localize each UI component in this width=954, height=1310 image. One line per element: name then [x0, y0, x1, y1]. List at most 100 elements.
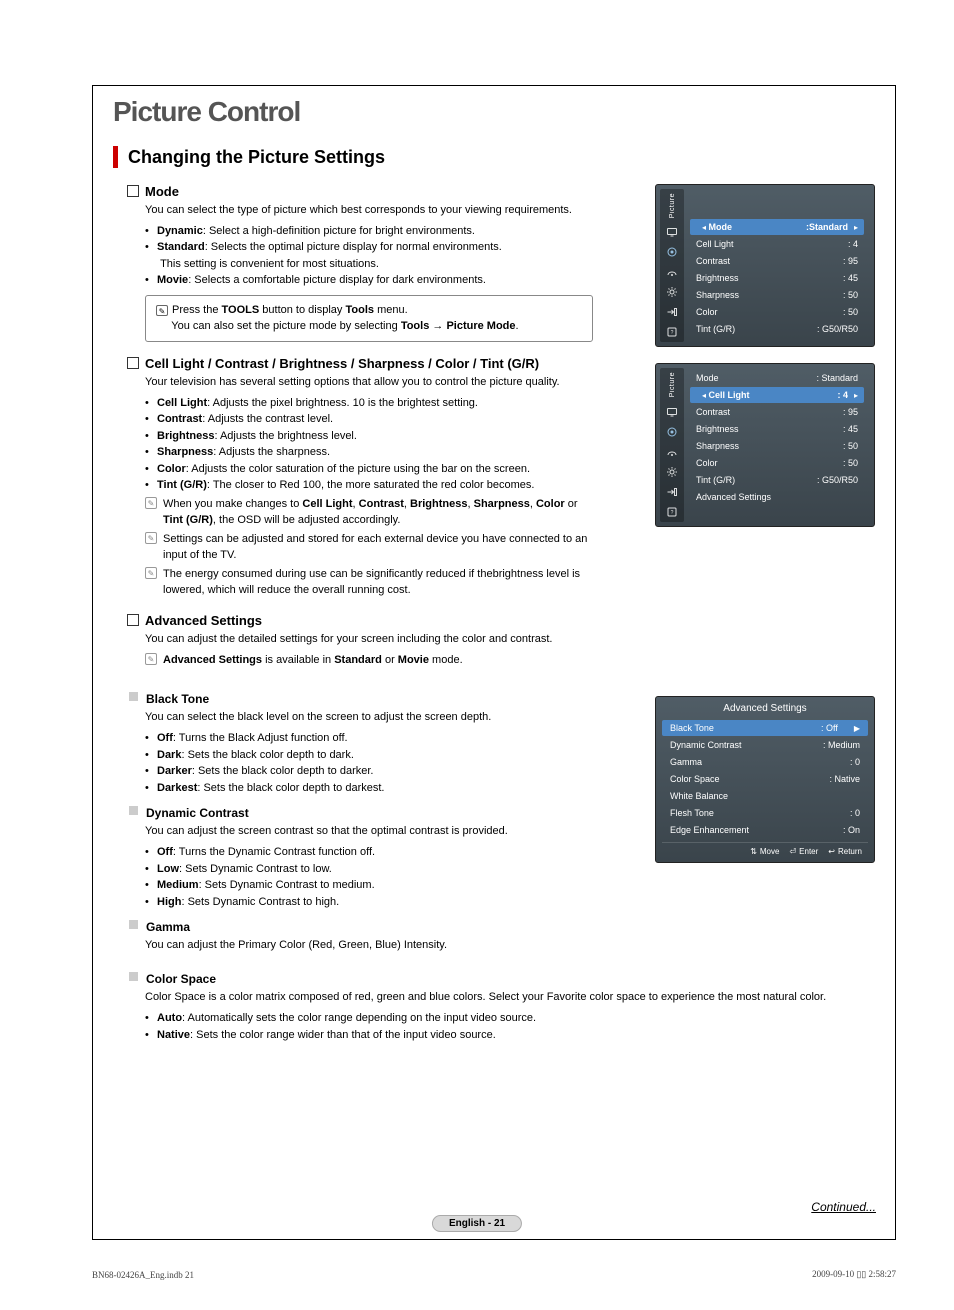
- list-item: Color: Adjusts the color saturation of t…: [145, 461, 593, 478]
- osd-row[interactable]: Contrast: 95: [690, 253, 864, 269]
- footer-left: BN68-02426A_Eng.indb 21: [92, 1270, 194, 1280]
- osd-row[interactable]: Edge Enhancement: On: [662, 822, 868, 838]
- page-number: English - 21: [432, 1215, 522, 1232]
- osd-row[interactable]: Advanced Settings: [690, 489, 864, 505]
- list-item: High: Sets Dynamic Contrast to high.: [145, 894, 593, 911]
- broadcast-icon: [666, 266, 678, 278]
- osd-row[interactable]: Black Tone: Off ▶: [662, 720, 868, 736]
- osd-row[interactable]: Color: 50: [690, 455, 864, 471]
- adv-intro: You can adjust the detailed settings for…: [145, 632, 593, 648]
- monitor-icon: [666, 226, 678, 238]
- list-item: Tint (G/R): The closer to Red 100, the m…: [145, 477, 593, 494]
- osd-footer: ⇅Move ⏎Enter ↩Return: [662, 842, 868, 858]
- osd-panel-cell-light: Picture ? Mode: Standard ◂ Cell Light: 4…: [655, 363, 875, 526]
- osd-row[interactable]: ◂ Mode:Standard▸: [690, 219, 864, 235]
- note-icon: ✎: [145, 653, 157, 665]
- osd-side-label: Picture: [669, 372, 676, 397]
- gamma-intro: You can adjust the Primary Color (Red, G…: [145, 938, 593, 954]
- osd-row[interactable]: Color Space: Native: [662, 771, 868, 787]
- tools-icon: ✎: [156, 305, 168, 316]
- list-item: Low: Sets Dynamic Contrast to low.: [145, 861, 593, 878]
- input-icon: [666, 306, 678, 318]
- osd-row[interactable]: Flesh Tone: 0: [662, 805, 868, 821]
- advanced-settings-heading: Advanced Settings: [127, 613, 593, 628]
- note-icon: ✎: [145, 567, 157, 579]
- list-item: Standard: Selects the optimal picture di…: [145, 239, 593, 272]
- bullet-square-icon: [129, 806, 138, 815]
- osd-adv-title: Advanced Settings: [662, 703, 868, 714]
- note: ✎The energy consumed during use can be s…: [145, 566, 593, 599]
- footer-right: 2009-09-10 ▯▯ 2:58:27: [812, 1269, 896, 1280]
- osd-row[interactable]: Brightness: 45: [690, 270, 864, 286]
- osd-panel-mode: Picture ? ◂ Mode:Standard▸ Cell Light: 4: [655, 184, 875, 347]
- cell-intro: Your television has several setting opti…: [145, 375, 593, 391]
- note-icon: ✎: [145, 532, 157, 544]
- list-item: Sharpness: Adjusts the sharpness.: [145, 444, 593, 461]
- list-item: Darker: Sets the black color depth to da…: [145, 763, 593, 780]
- mode-intro: You can select the type of picture which…: [145, 203, 593, 219]
- note-icon: ✎: [145, 497, 157, 509]
- list-item: Auto: Automatically sets the color range…: [145, 1010, 875, 1027]
- list-item: Movie: Selects a comfortable picture dis…: [145, 272, 593, 289]
- support-icon: ?: [666, 506, 678, 518]
- broadcast-icon: [666, 446, 678, 458]
- osd-row[interactable]: Color: 50: [690, 304, 864, 320]
- svg-text:?: ?: [671, 330, 674, 336]
- dc-intro: You can adjust the screen contrast so th…: [145, 824, 593, 840]
- bullet-square-icon: [129, 692, 138, 701]
- bullet-square-icon: [129, 972, 138, 981]
- accent-bar: [113, 146, 118, 168]
- osd-panel-advanced: Advanced Settings Black Tone: Off ▶ Dyna…: [655, 696, 875, 863]
- support-icon: ?: [666, 326, 678, 338]
- osd-row[interactable]: Dynamic Contrast: Medium: [662, 737, 868, 753]
- list-item: Dark: Sets the black color depth to dark…: [145, 747, 593, 764]
- section-title: Picture Control: [113, 96, 875, 128]
- continued-label: Continued...: [811, 1200, 876, 1214]
- osd-row[interactable]: Sharpness: 50: [690, 287, 864, 303]
- return-icon: ↩: [828, 847, 835, 856]
- list-item: Contrast: Adjusts the contrast level.: [145, 411, 593, 428]
- osd-side-label: Picture: [669, 193, 676, 218]
- speaker-icon: [666, 426, 678, 438]
- black-tone-heading: Black Tone: [146, 692, 209, 706]
- list-item: Native: Sets the color range wider than …: [145, 1027, 875, 1044]
- list-item: Off: Turns the Dynamic Contrast function…: [145, 844, 593, 861]
- list-item: Medium: Sets Dynamic Contrast to medium.: [145, 877, 593, 894]
- gear-icon: [666, 466, 678, 478]
- move-icon: ⇅: [750, 847, 757, 856]
- osd-row[interactable]: Sharpness: 50: [690, 438, 864, 454]
- black-tone-intro: You can select the black level on the sc…: [145, 710, 593, 726]
- osd-row[interactable]: Tint (G/R): G50/R50: [690, 321, 864, 337]
- monitor-icon: [666, 406, 678, 418]
- osd-row[interactable]: ◂ Cell Light: 4▸: [690, 387, 864, 403]
- osd-row[interactable]: Mode: Standard: [690, 370, 864, 386]
- osd-row[interactable]: Gamma: 0: [662, 754, 868, 770]
- color-space-heading: Color Space: [146, 972, 216, 986]
- gamma-heading: Gamma: [146, 920, 190, 934]
- list-item: Cell Light: Adjusts the pixel brightness…: [145, 395, 593, 412]
- mode-heading: Mode: [127, 184, 593, 199]
- osd-row[interactable]: Contrast: 95: [690, 404, 864, 420]
- tools-note: ✎Press the TOOLS button to display Tools…: [145, 295, 593, 342]
- speaker-icon: [666, 246, 678, 258]
- list-item: Brightness: Adjusts the brightness level…: [145, 428, 593, 445]
- subsection-title: Changing the Picture Settings: [128, 147, 385, 168]
- svg-text:?: ?: [671, 510, 674, 516]
- list-item: Darkest: Sets the black color depth to d…: [145, 780, 593, 797]
- enter-icon: ⏎: [789, 847, 796, 856]
- note: ✎Advanced Settings is available in Stand…: [145, 652, 593, 669]
- gear-icon: [666, 286, 678, 298]
- dynamic-contrast-heading: Dynamic Contrast: [146, 806, 249, 820]
- bullet-square-icon: [129, 920, 138, 929]
- note: ✎When you make changes to Cell Light, Co…: [145, 496, 593, 529]
- note: ✎Settings can be adjusted and stored for…: [145, 531, 593, 564]
- cell-light-heading: Cell Light / Contrast / Brightness / Sha…: [127, 356, 593, 371]
- list-item: Dynamic: Select a high-definition pictur…: [145, 223, 593, 240]
- list-item: Off: Turns the Black Adjust function off…: [145, 730, 593, 747]
- cs-intro: Color Space is a color matrix composed o…: [145, 990, 875, 1006]
- input-icon: [666, 486, 678, 498]
- osd-row[interactable]: Tint (G/R): G50/R50: [690, 472, 864, 488]
- osd-row[interactable]: White Balance: [662, 788, 868, 804]
- osd-row[interactable]: Cell Light: 4: [690, 236, 864, 252]
- osd-row[interactable]: Brightness: 45: [690, 421, 864, 437]
